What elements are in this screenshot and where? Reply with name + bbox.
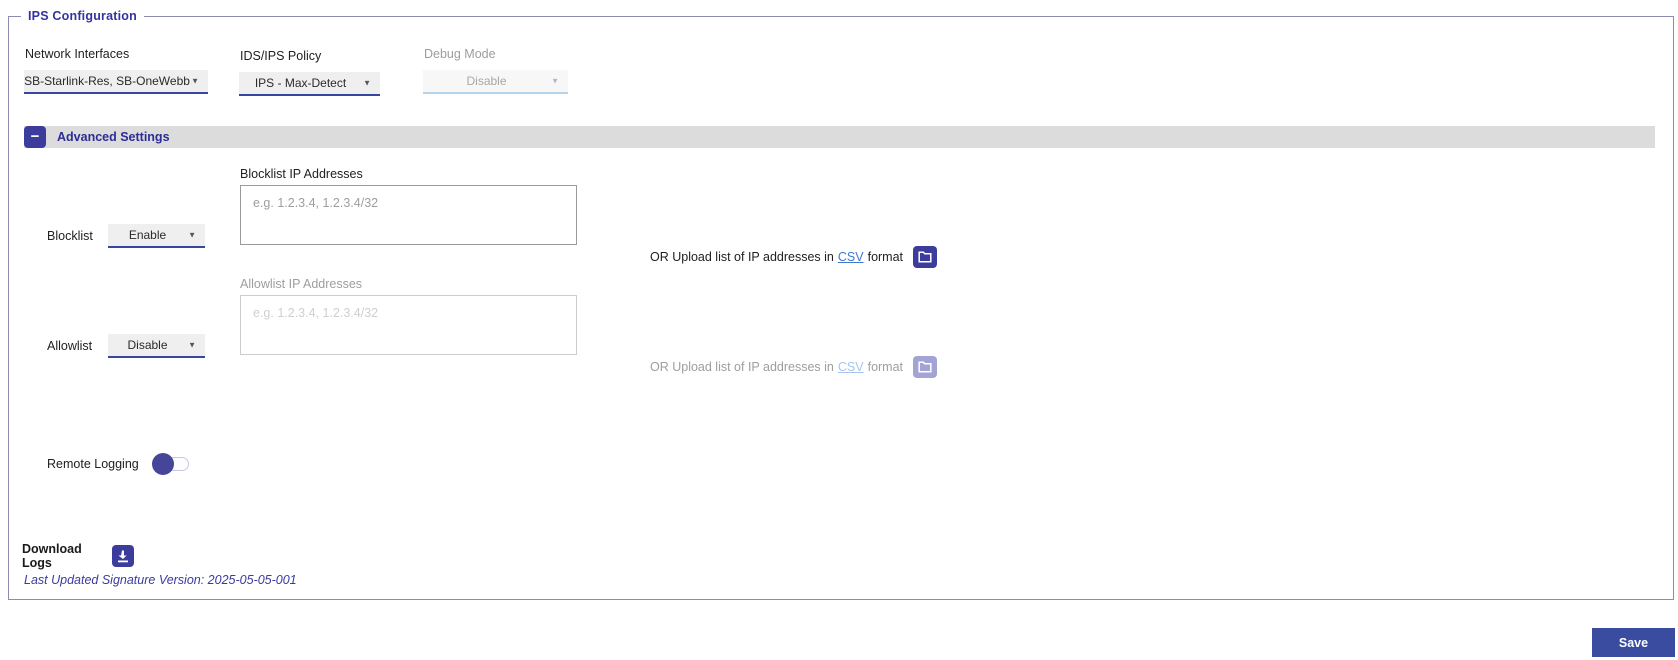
allowlist-upload-text: OR Upload list of IP addresses in bbox=[650, 359, 834, 374]
allowlist-mode-dropdown[interactable]: Disable ▼ bbox=[108, 334, 205, 358]
minus-icon: − bbox=[30, 128, 40, 145]
allowlist-ip-textarea bbox=[240, 295, 577, 355]
collapse-section-button[interactable]: − bbox=[24, 126, 46, 148]
chevron-down-icon: ▼ bbox=[188, 230, 196, 240]
network-interfaces-field: Network Interfaces SB-Starlink-Res, SB-O… bbox=[24, 47, 208, 94]
ips-configuration-panel: IPS Configuration Network Interfaces SB-… bbox=[8, 9, 1674, 600]
blocklist-upload-text-suffix: format bbox=[867, 249, 904, 264]
blocklist-upload-text: OR Upload list of IP addresses in bbox=[650, 249, 834, 264]
blocklist-csv-link[interactable]: CSV bbox=[838, 250, 864, 264]
remote-logging-label: Remote Logging bbox=[47, 457, 139, 471]
chevron-down-icon: ▼ bbox=[188, 340, 196, 350]
debug-mode-label: Debug Mode bbox=[424, 47, 496, 61]
allowlist-mode-value: Disable bbox=[127, 338, 168, 352]
allowlist-upload-row: OR Upload list of IP addresses in CSV fo… bbox=[650, 355, 938, 378]
network-interfaces-label: Network Interfaces bbox=[25, 47, 130, 61]
remote-logging-toggle[interactable] bbox=[152, 453, 190, 475]
save-button[interactable]: Save bbox=[1592, 628, 1675, 657]
download-logs-row: Download Logs bbox=[22, 542, 134, 570]
download-logs-label: Download Logs bbox=[22, 542, 82, 570]
remote-logging-row: Remote Logging bbox=[47, 453, 190, 475]
toggle-knob bbox=[152, 453, 174, 475]
allowlist-label: Allowlist bbox=[47, 339, 93, 353]
chevron-down-icon: ▼ bbox=[551, 76, 559, 86]
blocklist-mode-dropdown[interactable]: Enable ▼ bbox=[108, 224, 205, 248]
ids-ips-policy-dropdown[interactable]: IPS - Max-Detect ▼ bbox=[239, 72, 380, 96]
allowlist-textarea-label: Allowlist IP Addresses bbox=[240, 277, 363, 291]
ids-ips-policy-field: IDS/IPS Policy IPS - Max-Detect ▼ bbox=[239, 49, 380, 96]
ids-ips-policy-label: IDS/IPS Policy bbox=[240, 49, 322, 63]
allowlist-csv-link: CSV bbox=[837, 359, 864, 374]
download-icon bbox=[118, 550, 128, 562]
advanced-settings-bar: − Advanced Settings bbox=[24, 126, 1655, 148]
blocklist-mode-row: Blocklist Enable ▼ bbox=[47, 224, 205, 248]
panel-title: IPS Configuration bbox=[28, 9, 137, 23]
blocklist-label: Blocklist bbox=[47, 229, 93, 243]
debug-mode-dropdown: Disable ▼ bbox=[423, 70, 568, 94]
advanced-settings-title: Advanced Settings bbox=[57, 130, 170, 144]
debug-mode-field: Debug Mode Disable ▼ bbox=[423, 47, 568, 94]
network-interfaces-value: SB-Starlink-Res, SB-OneWebb bbox=[24, 74, 190, 88]
blocklist-upload-row: OR Upload list of IP addresses in CSV fo… bbox=[650, 245, 938, 268]
allowlist-upload-text-suffix: format bbox=[867, 359, 904, 374]
blocklist-ip-textarea[interactable] bbox=[240, 185, 577, 245]
blocklist-upload-button[interactable] bbox=[913, 245, 938, 268]
debug-mode-value: Disable bbox=[466, 74, 507, 88]
network-interfaces-dropdown[interactable]: SB-Starlink-Res, SB-OneWebb ▼ bbox=[24, 70, 208, 94]
blocklist-mode-value: Enable bbox=[128, 228, 167, 242]
ids-ips-policy-value: IPS - Max-Detect bbox=[254, 76, 347, 90]
signature-version-text: Last Updated Signature Version: 2025-05-… bbox=[24, 573, 297, 587]
blocklist-textarea-label: Blocklist IP Addresses bbox=[240, 167, 363, 181]
chevron-down-icon: ▼ bbox=[191, 76, 199, 86]
chevron-down-icon: ▼ bbox=[363, 78, 371, 88]
folder-upload-icon bbox=[918, 360, 932, 373]
download-logs-button[interactable] bbox=[112, 545, 134, 567]
folder-upload-icon bbox=[918, 250, 932, 263]
allowlist-upload-button bbox=[913, 355, 938, 378]
page: IPS Configuration Network Interfaces SB-… bbox=[0, 0, 1678, 660]
allowlist-mode-row: Allowlist Disable ▼ bbox=[47, 334, 205, 358]
